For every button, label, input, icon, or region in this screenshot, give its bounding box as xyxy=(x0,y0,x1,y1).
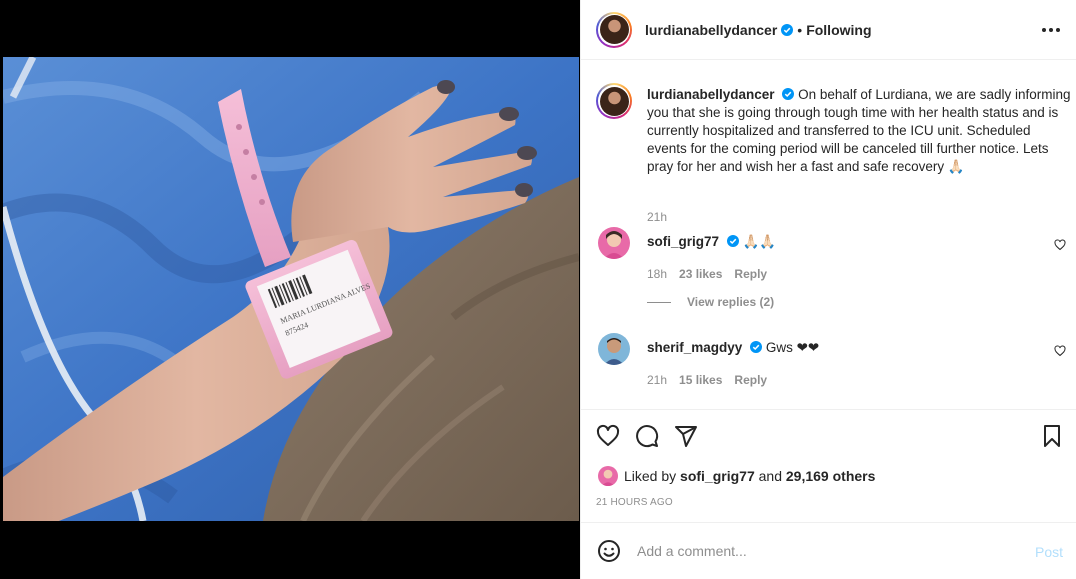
comment-likes[interactable]: 15 likes xyxy=(679,373,722,387)
comment-meta: 18h 23 likes Reply xyxy=(647,267,767,281)
verified-badge-icon xyxy=(782,88,795,100)
comment-likes[interactable]: 23 likes xyxy=(679,267,722,281)
liked-by-prefix: Liked by xyxy=(624,468,677,484)
comment-meta: 21h 15 likes Reply xyxy=(647,373,767,387)
comment-like-icon[interactable] xyxy=(1054,345,1066,357)
liked-by: Liked by sofi_grig77 and 29,169 others xyxy=(598,466,875,486)
post-photo[interactable]: MARIA LURDIANA ALVES 875424 xyxy=(3,57,579,521)
header-separator: • xyxy=(797,21,803,38)
commenter-avatar[interactable] xyxy=(598,333,630,365)
comment-input[interactable] xyxy=(637,543,1017,559)
view-replies-label: View replies (2) xyxy=(687,295,775,309)
comment-username[interactable]: sofi_grig77 xyxy=(647,234,719,249)
caption-time[interactable]: 21h xyxy=(647,210,667,224)
author-username[interactable]: lurdianabellydancer xyxy=(645,22,777,38)
following-button[interactable]: Following xyxy=(806,22,871,38)
reply-button[interactable]: Reply xyxy=(734,267,767,281)
view-replies-button[interactable]: View replies (2) xyxy=(647,295,774,309)
emoji-icon[interactable] xyxy=(597,539,621,563)
post-header: lurdianabellydancer • Following xyxy=(581,0,1076,60)
comment-icon[interactable] xyxy=(635,424,659,448)
verified-badge-icon xyxy=(781,23,794,36)
verified-badge-icon xyxy=(726,235,739,247)
more-options-icon[interactable] xyxy=(1039,20,1063,40)
liked-by-connector: and xyxy=(758,468,782,484)
post-comment-button[interactable]: Post xyxy=(1035,544,1063,560)
replies-divider xyxy=(647,301,671,303)
caption-username[interactable]: lurdianabellydancer xyxy=(647,87,775,102)
comment-like-icon[interactable] xyxy=(1054,239,1066,251)
action-icons xyxy=(596,424,698,448)
heart-icon[interactable] xyxy=(596,424,620,448)
post-timestamp[interactable]: 21 HOURS AGO xyxy=(596,497,673,508)
comment-time[interactable]: 18h xyxy=(647,267,667,281)
verified-badge-icon xyxy=(750,341,763,353)
comment-text: Gws ❤❤ xyxy=(765,340,820,355)
commenter-avatar[interactable] xyxy=(598,227,630,259)
caption-avatar[interactable] xyxy=(596,83,632,119)
liked-by-user[interactable]: sofi_grig77 xyxy=(680,468,755,484)
liker-avatar[interactable] xyxy=(598,466,618,486)
instagram-post-modal: MARIA LURDIANA ALVES 875424 lurdianabell… xyxy=(0,0,1076,579)
liked-by-others[interactable]: 29,169 others xyxy=(786,468,876,484)
bookmark-icon[interactable] xyxy=(1040,424,1064,448)
comment-line: sofi_grig77 🙏🏻🙏🏻 xyxy=(647,234,776,250)
comment-text: 🙏🏻🙏🏻 xyxy=(742,234,777,249)
post-media-area: MARIA LURDIANA ALVES 875424 xyxy=(0,0,580,579)
reply-button[interactable]: Reply xyxy=(734,373,767,387)
comment-username[interactable]: sherif_magdyy xyxy=(647,340,742,355)
comment-time[interactable]: 21h xyxy=(647,373,667,387)
comment-item: sofi_grig77 🙏🏻🙏🏻 18h 23 likes Reply xyxy=(596,227,1066,287)
author-avatar[interactable] xyxy=(596,11,632,48)
comments-section: lurdianabellydancer On behalf of Lurdian… xyxy=(581,61,1076,409)
comment-line: sherif_magdyy Gws ❤❤ xyxy=(647,340,819,356)
comment-item: sherif_magdyy Gws ❤❤ 21h 15 likes Reply xyxy=(596,333,1066,393)
caption-text-block: lurdianabellydancer On behalf of Lurdian… xyxy=(647,86,1072,176)
add-comment-bar: Post xyxy=(581,522,1076,579)
post-detail-panel: lurdianabellydancer • Following lurdiana… xyxy=(580,0,1076,579)
share-icon[interactable] xyxy=(674,424,698,448)
